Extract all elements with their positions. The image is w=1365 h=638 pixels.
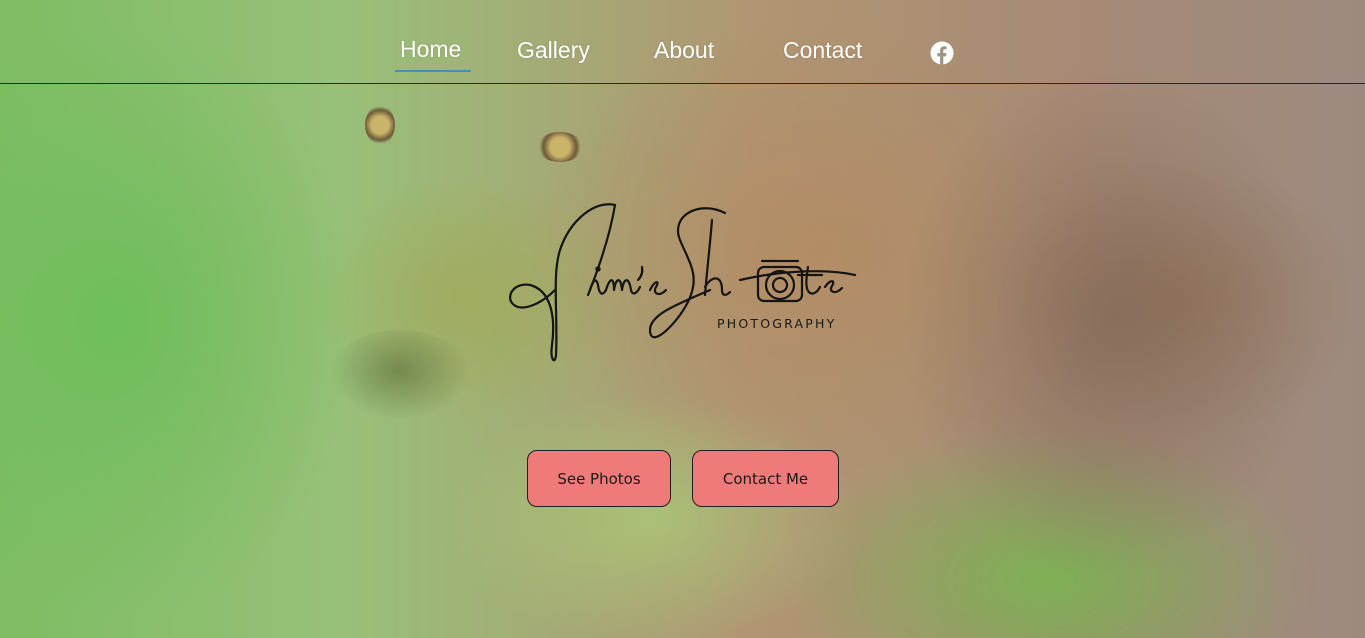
lion-eye-left <box>365 105 395 145</box>
jims-shots-logo <box>500 195 870 370</box>
nav-link-contact[interactable]: Contact <box>783 36 862 64</box>
active-nav-underline <box>395 70 471 72</box>
lion-muzzle-background <box>330 330 470 420</box>
nav-link-about[interactable]: About <box>654 36 714 64</box>
top-navigation: Home Gallery About Contact <box>0 0 1365 84</box>
see-photos-button[interactable]: See Photos <box>527 450 671 507</box>
nav-link-gallery[interactable]: Gallery <box>517 36 590 64</box>
hero-section: Home Gallery About Contact PHOTOGRAPHY S… <box>0 0 1365 638</box>
nav-link-home[interactable]: Home <box>400 35 461 63</box>
logo-signature <box>509 203 857 362</box>
lion-mane-background <box>900 60 1320 580</box>
logo-subtitle: PHOTOGRAPHY <box>717 316 837 331</box>
lion-eye-right <box>537 132 583 162</box>
contact-me-button[interactable]: Contact Me <box>692 450 839 507</box>
facebook-icon[interactable] <box>930 41 954 65</box>
